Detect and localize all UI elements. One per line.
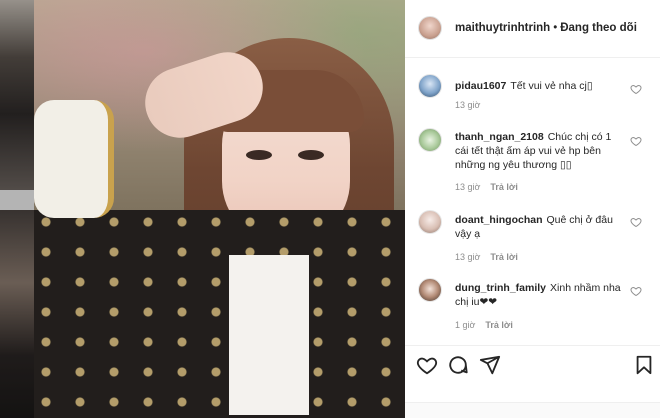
commenter-username[interactable]: doant_hingochan [455, 214, 543, 226]
share-icon[interactable] [479, 354, 501, 376]
emoji-placeholder: ▯▯ [557, 159, 572, 171]
post-header: maithuytrinhtrinh • Đang theo dõi [405, 0, 660, 58]
commenter-avatar[interactable] [418, 278, 442, 302]
comment-time: 1 giờ [455, 320, 476, 330]
comment-body: doant_hingochan Quê chị ở đâu vậy ạ [455, 213, 625, 241]
panel-footer [405, 402, 660, 418]
background-page [0, 0, 34, 418]
comment-body: dung_trinh_family Xinh nhầm nha chị iu❤❤ [455, 281, 625, 309]
comment-meta: 13 giờ [455, 100, 480, 110]
reply-button[interactable]: Trả lời [490, 182, 517, 192]
commenter-avatar[interactable] [418, 74, 442, 98]
comment-time: 13 giờ [455, 252, 481, 262]
follow-status-button[interactable]: Đang theo dõi [560, 22, 637, 34]
comment-body: pidau1607 Tết vui vẻ nha cj▯ [455, 79, 625, 93]
emoji-placeholder: ▯ [586, 80, 593, 92]
author-avatar[interactable] [418, 16, 442, 40]
commenter-avatar[interactable] [418, 210, 442, 234]
commenter-username[interactable]: thanh_ngan_2108 [455, 131, 544, 143]
photo-sweater [34, 210, 405, 418]
comment-time: 13 giờ [455, 182, 481, 192]
commenter-username[interactable]: pidau1607 [455, 80, 506, 92]
comment-body: thanh_ngan_2108 Chúc chị có 1 cái tết thậ… [455, 130, 625, 172]
commenter-username[interactable]: dung_trinh_family [455, 282, 546, 294]
comment-meta: 13 giờ Trả lời [455, 182, 518, 192]
bookmark-icon[interactable] [633, 354, 655, 376]
comments-list: pidau1607 Tết vui vẻ nha cj▯ 13 giờ thanh… [405, 58, 660, 345]
post-photo[interactable] [34, 0, 405, 418]
action-bar [405, 345, 660, 385]
author-line: maithuytrinhtrinh • Đang theo dõi [455, 22, 637, 34]
comment-time: 13 giờ [455, 100, 481, 110]
photo-sleeve [34, 100, 114, 218]
heart-icon[interactable] [630, 285, 642, 297]
commenter-avatar[interactable] [418, 128, 442, 152]
separator-dot: • [553, 22, 558, 34]
reply-button[interactable]: Trả lời [490, 252, 517, 262]
heart-icon[interactable] [416, 354, 438, 376]
photo-eye-left [246, 150, 272, 160]
photo-eye-right [298, 150, 324, 160]
comment-meta: 13 giờ Trả lời [455, 252, 518, 262]
modal-overlay[interactable] [0, 0, 34, 418]
comment-text: Tết vui vẻ nha cj [510, 80, 587, 92]
heart-icon[interactable] [630, 135, 642, 147]
photo-collar [229, 255, 309, 415]
heart-icon[interactable] [630, 216, 642, 228]
post-side-panel: maithuytrinhtrinh • Đang theo dõi pidau160… [405, 0, 660, 418]
reply-button[interactable]: Trả lời [485, 320, 512, 330]
heart-icon[interactable] [630, 83, 642, 95]
comment-meta: 1 giờ Trả lời [455, 320, 513, 330]
comment-icon[interactable] [447, 354, 469, 376]
author-username[interactable]: maithuytrinhtrinh [455, 22, 550, 34]
